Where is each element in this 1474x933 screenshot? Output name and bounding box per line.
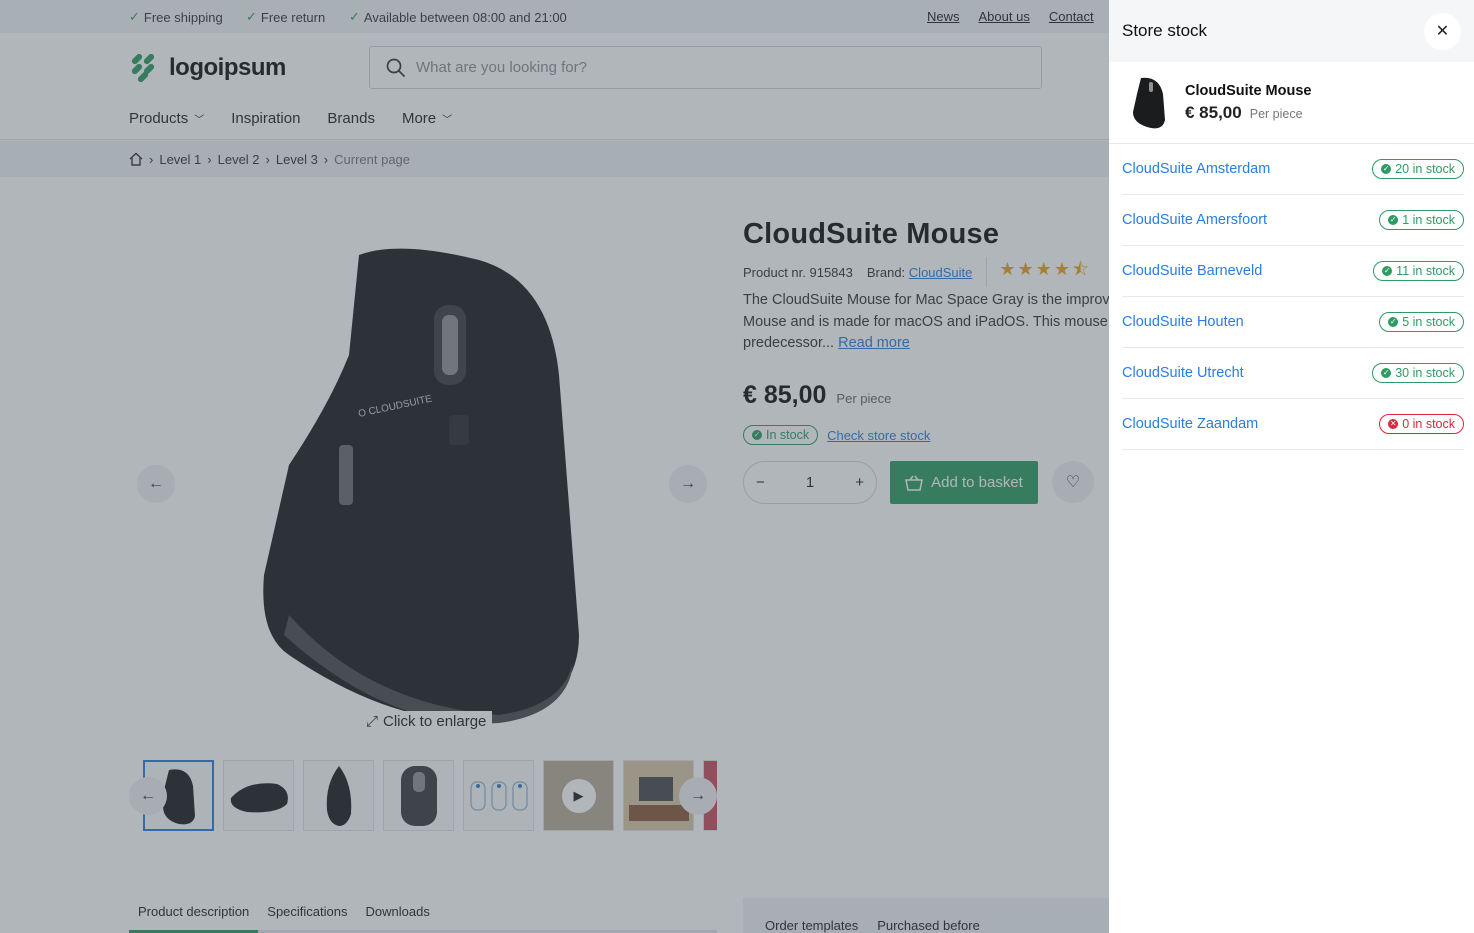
drawer-product-name: CloudSuite Mouse bbox=[1185, 82, 1312, 99]
check-circle-icon: ✓ bbox=[1388, 215, 1399, 225]
store-link-barneveld[interactable]: CloudSuite Barneveld bbox=[1122, 263, 1262, 279]
stock-badge: ✓ 20 in stock bbox=[1372, 159, 1464, 179]
close-icon: ✕ bbox=[1435, 23, 1450, 40]
store-link-houten[interactable]: CloudSuite Houten bbox=[1122, 314, 1244, 330]
check-circle-icon: ✓ bbox=[1388, 317, 1399, 327]
store-stock-drawer: Store stock ✕ CloudSuite Mouse € 85,00 Pe… bbox=[1109, 0, 1474, 933]
product-thumbnail bbox=[1133, 77, 1165, 128]
stock-badge-out: ✕ 0 in stock bbox=[1379, 414, 1464, 434]
stock-badge: ✓ 1 in stock bbox=[1379, 210, 1464, 230]
drawer-product: CloudSuite Mouse € 85,00 Per piece bbox=[1109, 62, 1474, 144]
drawer-product-price: € 85,00 Per piece bbox=[1185, 102, 1303, 122]
store-link-amsterdam[interactable]: CloudSuite Amsterdam bbox=[1122, 161, 1270, 177]
store-row: CloudSuite Utrecht ✓ 30 in stock bbox=[1122, 348, 1464, 399]
drawer-header: Store stock ✕ bbox=[1109, 0, 1474, 62]
store-row: CloudSuite Amersfoort ✓ 1 in stock bbox=[1122, 195, 1464, 246]
store-link-zaandam[interactable]: CloudSuite Zaandam bbox=[1122, 416, 1258, 432]
store-link-utrecht[interactable]: CloudSuite Utrecht bbox=[1122, 365, 1244, 381]
check-circle-icon: ✓ bbox=[1382, 266, 1393, 276]
drawer-title: Store stock bbox=[1122, 21, 1208, 40]
store-list: CloudSuite Amsterdam ✓ 20 in stock CloudS… bbox=[1122, 144, 1464, 450]
close-button[interactable]: ✕ bbox=[1424, 12, 1461, 50]
store-row: CloudSuite Zaandam ✕ 0 in stock bbox=[1122, 399, 1464, 450]
store-link-amersfoort[interactable]: CloudSuite Amersfoort bbox=[1122, 212, 1267, 228]
store-row: CloudSuite Houten ✓ 5 in stock bbox=[1122, 297, 1464, 348]
stock-badge: ✓ 5 in stock bbox=[1379, 312, 1464, 332]
store-row: CloudSuite Amsterdam ✓ 20 in stock bbox=[1122, 144, 1464, 195]
x-circle-icon: ✕ bbox=[1388, 419, 1399, 429]
check-circle-icon: ✓ bbox=[1381, 368, 1392, 378]
stock-badge: ✓ 11 in stock bbox=[1373, 261, 1464, 281]
store-row: CloudSuite Barneveld ✓ 11 in stock bbox=[1122, 246, 1464, 297]
stock-badge: ✓ 30 in stock bbox=[1372, 363, 1464, 383]
check-circle-icon: ✓ bbox=[1381, 164, 1392, 174]
